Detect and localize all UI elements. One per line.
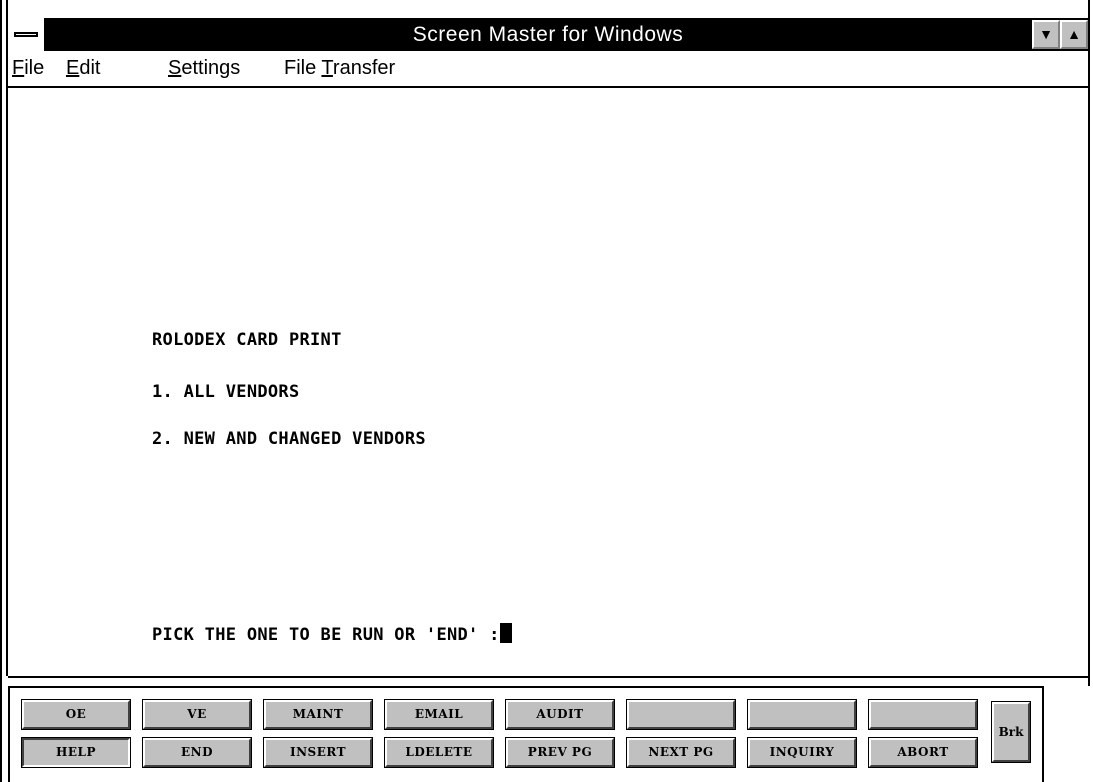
maximize-button[interactable]: ▲ (1060, 20, 1088, 49)
window-frame-left (0, 0, 2, 782)
fkey-audit[interactable]: AUDIT (505, 699, 615, 730)
fkey-blank-2[interactable] (747, 699, 857, 730)
minimize-button[interactable]: ▼ (1032, 20, 1060, 49)
fkey-blank-1[interactable] (626, 699, 736, 730)
window-title: Screen Master for Windows (412, 23, 684, 46)
menu-edit[interactable]: Edit (66, 57, 100, 80)
screen-heading: ROLODEX CARD PRINT (152, 330, 342, 350)
fkey-insert[interactable]: INSERT (263, 737, 373, 768)
fkey-email[interactable]: EMAIL (384, 699, 494, 730)
text-cursor[interactable] (499, 623, 512, 643)
function-key-panel: OE VE MAINT EMAIL AUDIT HELP END INSERT … (8, 686, 1044, 782)
menu-bar: File Edit Settings File Transfer (8, 51, 1088, 88)
menu-file-transfer[interactable]: File Transfer (284, 57, 395, 80)
fkey-abort[interactable]: ABORT (868, 737, 978, 768)
option-all-vendors: 1. ALL VENDORS (152, 382, 300, 402)
fkey-inquiry[interactable]: INQUIRY (747, 737, 857, 768)
fkey-blank-3[interactable] (868, 699, 978, 730)
prompt-line: PICK THE ONE TO BE RUN OR 'END' : (152, 623, 512, 645)
fkey-help[interactable]: HELP (21, 737, 131, 768)
app-window: Screen Master for Windows ▼ ▲ File Edit … (0, 0, 1093, 782)
menu-settings[interactable]: Settings (168, 57, 240, 80)
prompt-text: PICK THE ONE TO BE RUN OR 'END' : (152, 625, 500, 645)
fkey-prev-pg[interactable]: PREV PG (505, 737, 615, 768)
fkey-oe[interactable]: OE (21, 699, 131, 730)
window-frame-right (1088, 0, 1090, 686)
fkey-ldelete[interactable]: LDELETE (384, 737, 494, 768)
screen-divider (8, 676, 1088, 686)
menu-file[interactable]: File (12, 57, 44, 80)
fkey-next-pg[interactable]: NEXT PG (626, 737, 736, 768)
fkey-maint[interactable]: MAINT (263, 699, 373, 730)
fkey-end[interactable]: END (142, 737, 252, 768)
title-bar[interactable]: Screen Master for Windows ▼ ▲ (8, 18, 1088, 51)
terminal-screen[interactable]: ROLODEX CARD PRINT 1. ALL VENDORS 2. NEW… (8, 88, 1088, 676)
break-button[interactable]: Brk (991, 701, 1031, 763)
option-new-changed-vendors: 2. NEW AND CHANGED VENDORS (152, 429, 426, 449)
fkey-ve[interactable]: VE (142, 699, 252, 730)
